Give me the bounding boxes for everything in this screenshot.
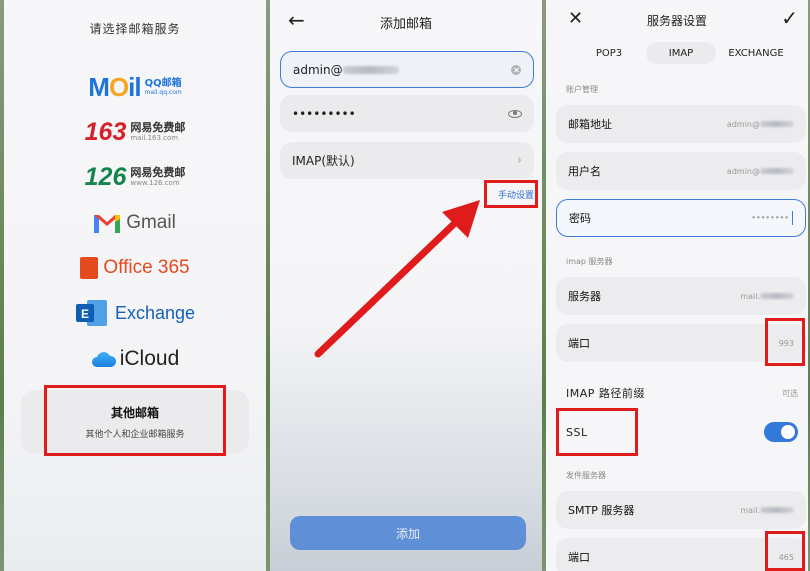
imap-server-row[interactable]: 服务器 mail. xyxy=(556,277,806,315)
server-settings-panel: ✕ 服务器设置 ✓ POP3 IMAP EXCHANGE 账户管理 邮箱地址 a… xyxy=(546,0,808,571)
page-title: 添加邮箱 xyxy=(379,17,432,32)
provider-qq[interactable]: MOil QQ邮箱 mail.qq.com xyxy=(4,70,266,104)
tab-exchange[interactable]: EXCHANGE xyxy=(724,42,788,64)
annotation-box xyxy=(765,318,805,366)
annotation-box xyxy=(44,385,226,456)
icloud-icon xyxy=(91,352,116,367)
annotation-box xyxy=(484,180,538,208)
redacted-text xyxy=(342,66,399,74)
add-button[interactable]: 添加 xyxy=(290,516,526,550)
office365-icon xyxy=(80,257,99,279)
provider-select-panel: 请选择邮箱服务 MOil QQ邮箱 mail.qq.com 163 网易免费邮 … xyxy=(4,0,266,571)
imap-prefix-row[interactable]: IMAP 路径前缀 可选 xyxy=(566,383,798,403)
email-field[interactable]: admin@ xyxy=(280,51,534,88)
username-row[interactable]: 用户名 admin@ xyxy=(556,152,806,190)
provider-gmail[interactable]: Gmail xyxy=(4,206,266,240)
provider-126[interactable]: 126 网易免费邮 www.126.com xyxy=(4,160,266,194)
provider-icloud[interactable]: iCloud xyxy=(4,342,266,376)
svg-text:E: E xyxy=(81,307,89,321)
eye-icon[interactable] xyxy=(508,109,522,118)
annotation-arrow xyxy=(314,200,480,358)
annotation-box xyxy=(556,408,638,456)
provider-office365[interactable]: Office 365 xyxy=(4,251,266,285)
password-row[interactable]: 密码 •••••••• xyxy=(556,199,806,237)
ssl-toggle[interactable] xyxy=(764,422,798,442)
126-logo: 126 xyxy=(84,162,127,191)
chevron-right-icon: › xyxy=(516,153,522,168)
page-title: 服务器设置 xyxy=(646,14,707,28)
page-title: 请选择邮箱服务 xyxy=(89,22,181,36)
protocol-tabs: POP3 IMAP EXCHANGE xyxy=(546,42,808,64)
smtp-server-row[interactable]: SMTP 服务器 mail. xyxy=(556,491,806,529)
tab-imap[interactable]: IMAP xyxy=(646,42,716,64)
annotation-box xyxy=(765,531,805,571)
tab-pop3[interactable]: POP3 xyxy=(586,42,632,64)
section-label: 账户管理 xyxy=(566,85,598,94)
provider-exchange[interactable]: E Exchange xyxy=(4,296,266,330)
qq-mail-logo: MOil xyxy=(88,71,141,102)
provider-163[interactable]: 163 网易免费邮 mail.163.com xyxy=(4,115,266,149)
protocol-select[interactable]: IMAP(默认) › xyxy=(280,142,534,179)
163-logo: 163 xyxy=(84,117,127,146)
section-label: 发件服务器 xyxy=(566,471,606,480)
gmail-icon xyxy=(94,215,121,233)
add-mailbox-panel: ← 添加邮箱 admin@ ••••••••• IMAP(默认) › 手动设置 … xyxy=(270,0,542,571)
email-address-row[interactable]: 邮箱地址 admin@ xyxy=(556,105,806,143)
password-field[interactable]: ••••••••• xyxy=(280,95,534,132)
confirm-check-icon[interactable]: ✓ xyxy=(781,6,798,30)
clear-icon[interactable] xyxy=(511,64,521,75)
section-label: imap 服务器 xyxy=(566,257,613,266)
exchange-icon: E xyxy=(75,300,107,326)
